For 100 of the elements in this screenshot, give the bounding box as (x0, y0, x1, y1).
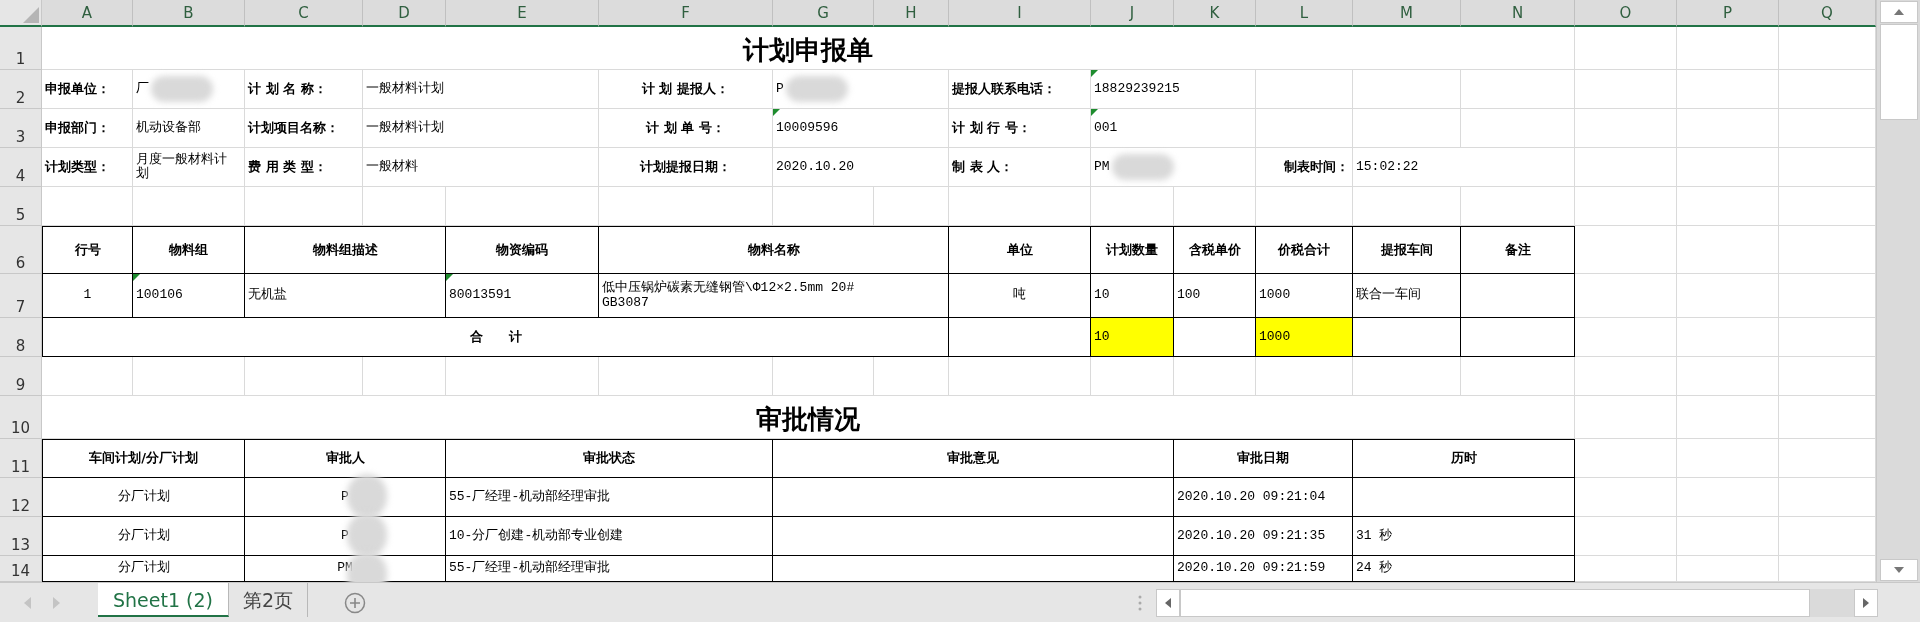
column-header[interactable]: K (1174, 0, 1256, 27)
table-cell: 1000 (1256, 274, 1353, 318)
field-value: PM (1094, 159, 1110, 175)
vertical-scrollbar[interactable] (1876, 0, 1920, 582)
column-heading: 审批人 (245, 439, 446, 478)
row-header[interactable]: 1 (0, 27, 42, 70)
column-header[interactable]: J (1091, 0, 1174, 27)
field-value: 10009596 (776, 120, 839, 136)
column-heading: 物料名称 (599, 226, 949, 274)
row-header[interactable]: 14 (0, 556, 42, 582)
scroll-up-button[interactable] (1879, 1, 1918, 23)
table-cell: 100106 (136, 288, 183, 303)
table-cell: 1 (42, 274, 133, 318)
previous-sheet-icon[interactable] (24, 596, 32, 609)
column-header[interactable]: N (1461, 0, 1575, 27)
field-value: 18829239215 (1094, 81, 1180, 97)
table-cell: 2020.10.20 09:21:04 (1174, 478, 1353, 517)
column-heading: 历时 (1353, 439, 1575, 478)
row-header[interactable]: 11 (0, 439, 42, 478)
sheet-title: 计划申报单 (743, 34, 873, 63)
row-header[interactable]: 6 (0, 226, 42, 274)
row-header[interactable]: 13 (0, 517, 42, 556)
sheet-tab[interactable]: Sheet1 (2) (98, 583, 229, 617)
column-heading: 审批日期 (1174, 439, 1353, 478)
row-header[interactable]: 2 (0, 70, 42, 109)
column-heading: 物资编码 (446, 226, 599, 274)
row-header[interactable]: 9 (0, 357, 42, 396)
table-cell: 吨 (949, 274, 1091, 318)
column-heading: 物料组 (133, 226, 245, 274)
column-header[interactable]: I (949, 0, 1091, 27)
table-cell: 低中压锅炉碳素无缝钢管\Φ12×2.5mm 20# GB3087 (599, 274, 949, 318)
table-cell: 80013591 (449, 288, 512, 303)
column-header[interactable]: M (1353, 0, 1461, 27)
table-cell: 联合一车间 (1353, 274, 1461, 318)
column-heading: 计划数量 (1091, 226, 1174, 274)
column-heading: 提报车间 (1353, 226, 1461, 274)
table-cell: P (341, 528, 349, 544)
field-value: 001 (1094, 120, 1118, 136)
table-cell: PM (337, 561, 353, 576)
column-heading: 行号 (42, 226, 133, 274)
table-cell: 分厂计划 (42, 478, 245, 517)
column-header[interactable]: H (874, 0, 949, 27)
column-header[interactable]: C (245, 0, 363, 27)
scroll-left-button[interactable] (1156, 588, 1180, 617)
caret-down-icon (1893, 567, 1904, 573)
total-cell: 1000 (1256, 318, 1353, 357)
field-value: 月度一般材料计划 (136, 152, 228, 182)
table-cell: 2020.10.20 09:21:35 (1174, 517, 1353, 556)
caret-up-icon (1893, 9, 1904, 15)
column-header[interactable]: O (1575, 0, 1677, 27)
table-cell: 2020.10.20 09:21:59 (1174, 556, 1353, 582)
row-header[interactable]: 8 (0, 318, 42, 357)
next-sheet-icon[interactable] (52, 596, 60, 609)
table-cell: 分厂计划 (42, 556, 245, 582)
row-header[interactable]: 5 (0, 187, 42, 226)
caret-right-icon (1863, 597, 1869, 608)
sheet-tab[interactable]: 第2页 (229, 583, 309, 617)
splitter-handle-icon[interactable] (1138, 594, 1142, 611)
add-sheet-icon[interactable] (344, 591, 367, 614)
column-heading: 含税单价 (1174, 226, 1256, 274)
column-header[interactable]: A (42, 0, 133, 27)
table-cell: 55-厂经理-机动部经理审批 (446, 478, 773, 517)
section-title: 审批情况 (756, 403, 860, 432)
column-heading: 审批状态 (446, 439, 773, 478)
column-header[interactable]: L (1256, 0, 1353, 27)
table-cell: 分厂计划 (42, 517, 245, 556)
column-header[interactable]: P (1677, 0, 1779, 27)
row-header[interactable]: 7 (0, 274, 42, 318)
table-cell: 10 (1091, 274, 1174, 318)
column-header[interactable]: Q (1779, 0, 1876, 27)
table-cell: 100 (1174, 274, 1256, 318)
column-heading: 审批意见 (773, 439, 1174, 478)
column-header[interactable]: F (599, 0, 773, 27)
row-header[interactable]: 12 (0, 478, 42, 517)
scroll-right-button[interactable] (1854, 588, 1878, 617)
field-value: 2020.10.20 (776, 159, 854, 175)
select-all-icon[interactable] (23, 7, 39, 23)
total-cell: 10 (1091, 318, 1174, 357)
row-header[interactable]: 10 (0, 396, 42, 439)
row-header[interactable]: 4 (0, 148, 42, 187)
column-header[interactable]: E (446, 0, 599, 27)
scroll-thumb[interactable] (1879, 24, 1918, 120)
column-header[interactable]: G (773, 0, 874, 27)
field-value: 一般材料 (366, 159, 418, 175)
column-heading: 单位 (949, 226, 1091, 274)
total-label: 合 计 (42, 318, 949, 357)
column-heading: 备注 (1461, 226, 1575, 274)
scroll-down-button[interactable] (1879, 559, 1918, 581)
table-cell: 55-厂经理-机动部经理审批 (446, 556, 773, 582)
column-header[interactable]: B (133, 0, 245, 27)
field-value: P (776, 81, 784, 97)
table-cell: 24 秒 (1353, 556, 1575, 582)
table-cell: 无机盐 (245, 274, 446, 318)
field-value: 15:02:22 (1356, 159, 1419, 175)
table-cell: 10-分厂创建-机动部专业创建 (446, 517, 773, 556)
row-header[interactable]: 3 (0, 109, 42, 148)
column-heading: 物料组描述 (245, 226, 446, 274)
field-value: 一般材料计划 (366, 81, 444, 97)
table-cell: P (341, 489, 349, 505)
column-header[interactable]: D (363, 0, 446, 27)
